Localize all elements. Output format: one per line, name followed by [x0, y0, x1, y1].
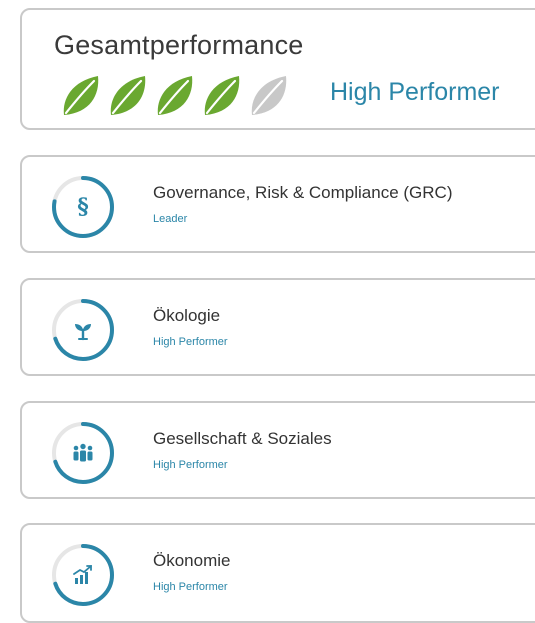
category-status: High Performer	[153, 459, 228, 471]
leaf-icon	[58, 73, 102, 119]
people-icon	[71, 441, 95, 465]
growth-chart-icon	[71, 563, 95, 587]
leaf-rating	[58, 73, 290, 119]
category-card-gesellschaft[interactable]: Gesellschaft & Soziales High Performer	[20, 401, 535, 499]
category-status: Leader	[153, 213, 188, 225]
category-card-oekonomie[interactable]: Ökonomie High Performer	[20, 523, 535, 623]
category-card-oekologie[interactable]: Ökologie High Performer	[20, 278, 535, 376]
category-title: Ökonomie	[153, 551, 231, 570]
leaf-icon	[105, 73, 149, 119]
paragraph-icon: §	[77, 194, 89, 220]
category-title: Ökologie	[153, 306, 221, 325]
leaf-icon	[246, 73, 290, 119]
category-title: Governance, Risk & Compliance (GRC)	[153, 183, 453, 202]
category-status: High Performer	[153, 581, 228, 593]
overall-performance-card: Gesamtperformance High Performer	[20, 8, 535, 130]
leaf-icon	[199, 73, 243, 119]
plant-icon	[71, 318, 95, 342]
category-card-grc[interactable]: § Governance, Risk & Compliance (GRC) Le…	[20, 155, 535, 253]
category-title: Gesellschaft & Soziales	[153, 429, 332, 448]
leaf-icon	[152, 73, 196, 119]
overall-title: Gesamtperformance	[54, 30, 304, 60]
overall-status: High Performer	[330, 78, 500, 106]
category-status: High Performer	[153, 336, 228, 348]
